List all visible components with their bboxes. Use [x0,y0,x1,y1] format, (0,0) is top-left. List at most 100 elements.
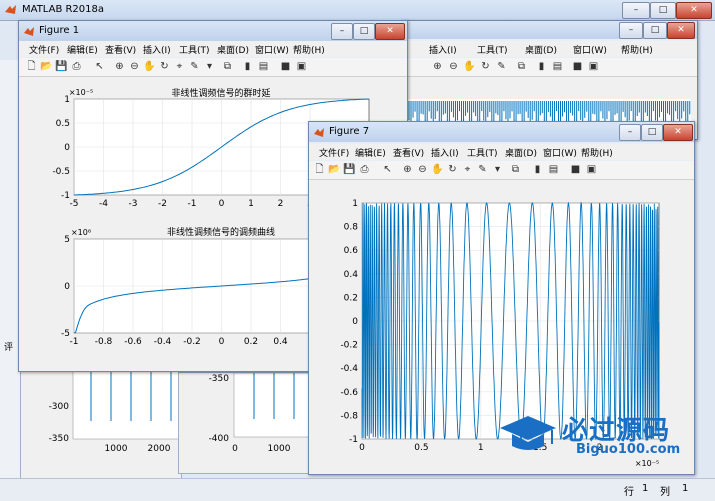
legend-icon[interactable]: ▤ [257,60,270,73]
link-plot-icon[interactable]: ⧉ [221,60,234,73]
rotate-icon[interactable]: ↻ [479,60,492,73]
menu-desktop[interactable]: 桌面(D) [505,146,537,159]
matlab-logo-icon [5,5,16,14]
zoom-in-icon[interactable]: ⊕ [431,60,444,73]
background-plot-mid: -350 -400 0 1000 [209,372,315,454]
plot2-title: 非线性调频信号的调频曲线 [167,226,275,238]
minimize-button[interactable]: – [622,2,650,19]
bg-menu-item[interactable]: 帮助(H) [621,43,653,56]
data-cursor-icon[interactable]: ⌖ [173,60,186,73]
open-file-icon[interactable]: 📂 [328,163,341,176]
new-figure-icon[interactable]: 🗋 [313,163,326,176]
hide-plot-tools-icon[interactable]: ■ [569,163,582,176]
figure7-ytick-label: 0 [352,317,358,327]
figure7-title-bar[interactable]: Figure 7 – □ ✕ [309,122,694,142]
rotate-icon[interactable]: ↻ [446,163,459,176]
save-icon[interactable]: 💾 [55,60,68,73]
colorbar-icon[interactable]: ▮ [531,163,544,176]
menu-tools[interactable]: 工具(T) [179,43,210,56]
legend-icon[interactable]: ▤ [547,163,560,176]
plot1-ytick-label: -0.5 [52,167,70,177]
figure1-minimize-button[interactable]: – [331,23,353,40]
matlab-logo-icon [314,128,324,137]
colorbar-icon[interactable]: ▮ [535,60,548,73]
bg-minimize-button[interactable]: – [619,22,643,39]
pan-icon[interactable]: ✋ [463,60,476,73]
zoom-in-icon[interactable]: ⊕ [401,163,414,176]
brush-dropdown-icon[interactable]: ▾ [491,163,504,176]
bg-mid-ytick: -400 [209,434,230,444]
open-file-icon[interactable]: 📂 [40,60,53,73]
figure7-close-button[interactable]: ✕ [663,124,693,141]
pan-icon[interactable]: ✋ [143,60,156,73]
rotate-icon[interactable]: ↻ [158,60,171,73]
figure7-maximize-button[interactable]: □ [641,124,663,141]
new-figure-icon[interactable]: 🗋 [25,60,38,73]
edit-plot-icon[interactable]: ↖ [381,163,394,176]
menu-edit[interactable]: 编辑(E) [355,146,386,159]
main-left-strip [0,60,20,478]
figure1-toolbar: 🗋 📂 💾 ⎙ ↖ ⊕ ⊖ ✋ ↻ ⌖ ✎ ▾ ⧉ ▮ ▤ ■ ▣ [19,58,407,77]
colorbar-icon[interactable]: ▮ [241,60,254,73]
pan-icon[interactable]: ✋ [431,163,444,176]
figure7-xtick-label: 0.5 [414,443,428,453]
bg-figure-title-bar: – □ ✕ [401,21,697,39]
plot2-ytick-label: 0 [64,282,70,292]
menu-insert[interactable]: 插入(I) [143,43,171,56]
save-icon[interactable]: 💾 [343,163,356,176]
zoom-out-icon[interactable]: ⊖ [416,163,429,176]
bg-menu-item[interactable]: 插入(I) [429,43,457,56]
hide-plot-tools-icon[interactable]: ■ [571,60,584,73]
app-title: MATLAB R2018a [22,4,105,15]
close-button[interactable]: ✕ [676,2,712,19]
menu-help[interactable]: 帮助(H) [293,43,325,56]
figure1-title-bar[interactable]: Figure 1 – □ ✕ [19,21,407,41]
menu-view[interactable]: 查看(V) [105,43,136,56]
bg-menu-item[interactable]: 工具(T) [477,43,508,56]
brush-icon[interactable]: ✎ [495,60,508,73]
menu-window[interactable]: 窗口(W) [543,146,577,159]
bg-menu-item[interactable]: 桌面(D) [525,43,557,56]
menu-file[interactable]: 文件(F) [29,43,59,56]
menu-help[interactable]: 帮助(H) [581,146,613,159]
show-plot-tools-icon[interactable]: ▣ [295,60,308,73]
print-icon[interactable]: ⎙ [358,163,371,176]
figure1-close-button[interactable]: ✕ [375,23,405,40]
show-plot-tools-icon[interactable]: ▣ [585,163,598,176]
maximize-button[interactable]: □ [650,2,676,19]
menu-edit[interactable]: 编辑(E) [67,43,98,56]
edit-plot-icon[interactable]: ↖ [93,60,106,73]
bg-mid-xtick: 0 [232,444,238,454]
plot1-ytick-label: 1 [64,95,70,105]
link-icon[interactable]: ⧉ [515,60,528,73]
menu-insert[interactable]: 插入(I) [431,146,459,159]
brush-dropdown-icon[interactable]: ▾ [203,60,216,73]
data-cursor-icon[interactable]: ⌖ [461,163,474,176]
plot1-xtick-label: 2 [278,199,284,209]
menu-view[interactable]: 查看(V) [393,146,424,159]
link-plot-icon[interactable]: ⧉ [509,163,522,176]
menu-tools[interactable]: 工具(T) [467,146,498,159]
zoom-out-icon[interactable]: ⊖ [128,60,141,73]
menu-window[interactable]: 窗口(W) [255,43,289,56]
bg-menu-item[interactable]: 窗口(W) [573,43,607,56]
bg-close-button[interactable]: ✕ [667,22,695,39]
brush-icon[interactable]: ✎ [188,60,201,73]
figure7-ytick-label: -0.2 [340,341,358,351]
background-figure-mid: -350 -400 0 1000 [178,372,315,474]
figure1-maximize-button[interactable]: □ [353,23,375,40]
menu-desktop[interactable]: 桌面(D) [217,43,249,56]
figure7-minimize-button[interactable]: – [619,124,641,141]
bg-maximize-button[interactable]: □ [643,22,667,39]
show-plot-tools-icon[interactable]: ▣ [587,60,600,73]
print-icon[interactable]: ⎙ [70,60,83,73]
legend-icon[interactable]: ▤ [551,60,564,73]
zoom-in-icon[interactable]: ⊕ [113,60,126,73]
brush-icon[interactable]: ✎ [476,163,489,176]
plot2-exponent: ×10⁶ [71,228,91,237]
menu-file[interactable]: 文件(F) [319,146,349,159]
bg-left-ytick: -300 [49,402,70,412]
hide-plot-tools-icon[interactable]: ■ [279,60,292,73]
zoom-out-icon[interactable]: ⊖ [447,60,460,73]
plot1-title: 非线性调频信号的群时延 [171,87,270,99]
